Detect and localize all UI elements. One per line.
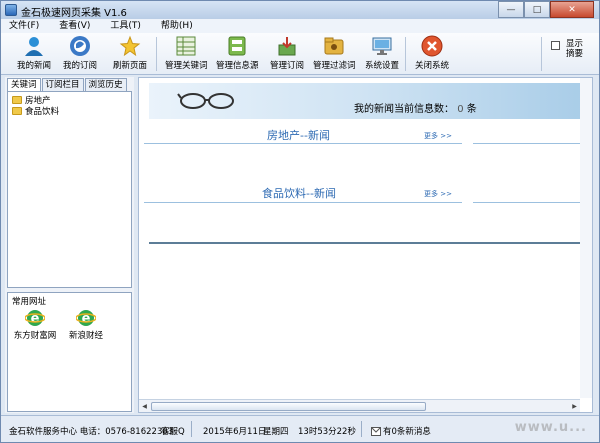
user-icon [23,35,45,57]
menu-file[interactable]: 文件(F) [9,19,39,33]
menu-view[interactable]: 查看(V) [59,19,90,33]
status-separator [191,421,192,437]
status-bar: 金石软件服务中心 电话：0576-81622303 客服Q 2015年6月11日… [1,415,599,442]
window-title: 金石极速网页采集 V1.6 [21,8,127,19]
section-food-title: 食品饮料--新闻 [262,187,336,200]
status-separator [361,421,362,437]
minimize-button[interactable]: — [498,1,524,18]
refresh-page-button[interactable]: 刷新页面 [113,35,147,71]
ie-icon: e [25,310,45,327]
my-subscription-button[interactable]: 我的订阅 [63,35,97,71]
vertical-scrollbar[interactable] [580,78,592,398]
scroll-thumb[interactable] [151,402,426,411]
title-bar: 金石极速网页采集 V1.6 — □ ✕ [1,1,599,19]
minimize-icon: — [506,4,516,15]
tab-history[interactable]: 浏览历史 [84,78,127,91]
status-service: 客服Q [161,427,185,437]
app-icon [5,4,17,16]
close-system-icon [421,35,443,57]
toolbar-separator [541,37,542,71]
common-sites-panel: 常用网址 e 东方财富网 e 新浪财经 [7,292,132,412]
toolbar-separator [405,37,406,71]
message-icon [371,426,381,436]
news-count-text: 我的新闻当前信息数： 0 条 [354,104,477,115]
site-sina-finance[interactable]: e 新浪财经 [61,308,111,341]
close-system-button[interactable]: 关闭系统 [415,35,449,71]
news-banner: 我的新闻当前信息数： 0 条 [149,83,583,119]
tab-subscriptions[interactable]: 订阅栏目 [41,78,84,91]
divider [144,143,462,144]
section-real-estate-title: 房地产--新闻 [267,129,330,142]
divider [144,202,462,203]
tree-item-real-estate[interactable]: 房地产 [8,94,131,106]
menu-help[interactable]: 帮助(H) [161,19,193,33]
ie-icon: e [76,310,96,327]
status-company: 金石软件服务中心 电话：0576-81622303 [9,427,174,437]
subscription-manage-icon [276,35,298,57]
left-panel: 关键词 订阅栏目 浏览历史 房地产 食品饮料 常用网址 e 东方财富网 e 新浪… [5,77,134,413]
keyword-tree: 房地产 食品饮料 [7,91,132,288]
divider [149,242,583,244]
divider [473,143,583,144]
close-icon: ✕ [568,4,576,15]
subscribe-icon [69,35,91,57]
maximize-button[interactable]: □ [524,1,550,18]
news-view: 我的新闻当前信息数： 0 条 房地产--新闻 更多 >> 食品饮料--新闻 更多… [138,77,593,413]
menu-bar: 文件(F) 查看(V) 工具(T) 帮助(H) [1,19,599,33]
site-eastmoney[interactable]: e 东方财富网 [10,308,60,341]
app-window: 金石极速网页采集 V1.6 — □ ✕ 文件(F) 查看(V) 工具(T) 帮助… [0,0,600,443]
glasses-icon [177,93,234,109]
divider [473,202,583,203]
folder-icon [12,106,22,115]
folder-icon [12,95,22,104]
status-messages[interactable]: 有0条新消息 [371,425,431,437]
filter-icon [323,35,345,57]
common-sites-title: 常用网址 [12,297,47,307]
table-icon [175,35,197,57]
section-real-estate-more[interactable]: 更多 >> [424,131,452,141]
section-food-more[interactable]: 更多 >> [424,189,452,199]
system-settings-button[interactable]: 系统设置 [365,35,399,71]
manage-keywords-button[interactable]: 管理关键词 [165,35,208,71]
manage-subscriptions-button[interactable]: 管理订阅 [270,35,304,71]
manage-filters-button[interactable]: 管理过滤词 [313,35,356,71]
scroll-right-arrow-icon[interactable]: ▶ [570,402,579,411]
status-date: 2015年6月11日 [203,427,267,437]
watermark: www.u... [514,420,587,435]
menu-tools[interactable]: 工具(T) [110,19,141,33]
show-summary-checkbox[interactable] [551,41,560,50]
toolbar-separator [156,37,157,71]
tab-keywords[interactable]: 关键词 [7,78,41,91]
refresh-star-icon [119,35,141,57]
news-count: 0 [457,104,464,115]
horizontal-scrollbar[interactable]: ◀ ▶ [139,399,580,412]
scroll-left-arrow-icon[interactable]: ◀ [140,402,149,411]
monitor-icon [371,35,393,57]
toolbar: 我的新闻 我的订阅 刷新页面 管理关键词 管理信息源 管理订阅 管理过滤词 系统… [1,33,599,75]
maximize-icon: □ [532,4,542,15]
my-news-button[interactable]: 我的新闻 [17,35,51,71]
close-button[interactable]: ✕ [550,1,594,18]
status-time: 13时53分22秒 [298,427,356,437]
tree-item-food-beverage[interactable]: 食品饮料 [8,105,131,117]
manage-sources-button[interactable]: 管理信息源 [216,35,259,71]
source-icon [226,35,248,57]
status-weekday: 星期四 [263,427,289,437]
show-summary-label: 显示 摘要 [566,39,584,59]
